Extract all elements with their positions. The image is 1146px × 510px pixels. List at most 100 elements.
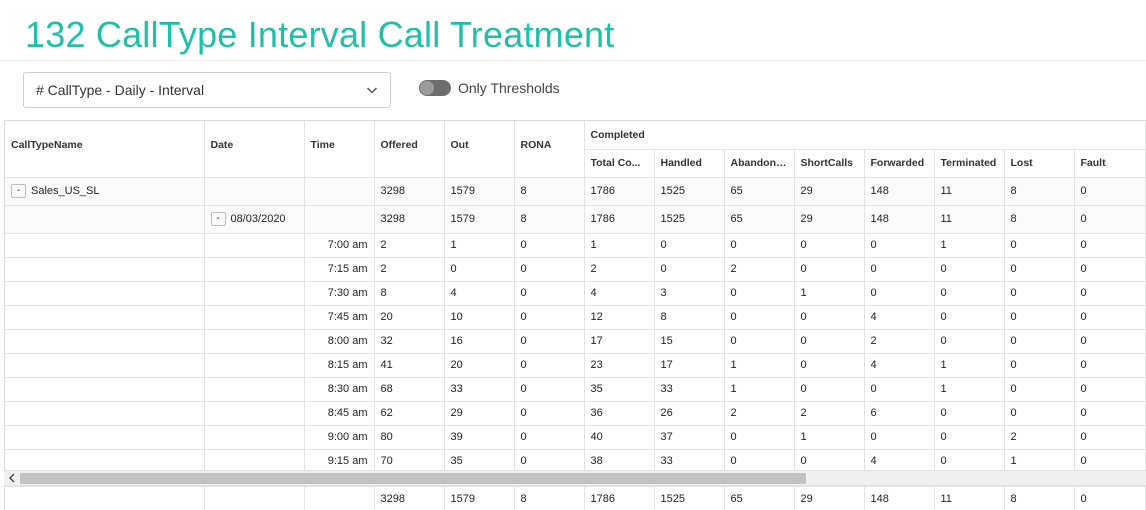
- lost-cell: 0: [1004, 353, 1075, 378]
- table-row: 8:00 am 32 16 0 17 15 0 0 2 0 0 0: [5, 329, 1146, 354]
- total-completed-cell: 40: [584, 425, 655, 450]
- date-cell: -08/03/2020: [204, 205, 305, 234]
- rona-cell: 0: [514, 233, 585, 258]
- date-terminated: 11: [934, 205, 1005, 234]
- forwarded-cell: 6: [864, 401, 935, 426]
- col-header-offered[interactable]: Offered: [374, 121, 445, 178]
- totals-forwarded: 148: [864, 486, 935, 510]
- calltype-cell: [5, 233, 205, 258]
- totals-abandoned: 65: [724, 486, 795, 510]
- total-completed-cell: 12: [584, 305, 655, 330]
- col-header-handled[interactable]: Handled: [654, 149, 725, 178]
- shortcalls-cell: 0: [794, 329, 865, 354]
- handled-cell: 0: [654, 233, 725, 258]
- lost-cell: 0: [1004, 329, 1075, 354]
- horizontal-scrollbar[interactable]: [4, 470, 1146, 486]
- col-header-shortcalls[interactable]: ShortCalls: [794, 149, 865, 178]
- col-header-lost[interactable]: Lost: [1004, 149, 1075, 178]
- terminated-cell: 1: [934, 353, 1005, 378]
- fault-cell: 0: [1074, 401, 1146, 426]
- rona-cell: 0: [514, 425, 585, 450]
- report-type-dropdown[interactable]: # CallType - Daily - Interval: [23, 72, 391, 108]
- date-offered: 3298: [374, 205, 445, 234]
- table-row: 7:00 am 2 1 0 1 0 0 0 0 1 0 0: [5, 233, 1146, 258]
- group-handled: 1525: [654, 177, 725, 206]
- forwarded-cell: 4: [864, 305, 935, 330]
- shortcalls-cell: 0: [794, 257, 865, 282]
- total-completed-cell: 2: [584, 257, 655, 282]
- scroll-left-icon[interactable]: [8, 471, 18, 485]
- lost-cell: 0: [1004, 233, 1075, 258]
- abandoned-cell: 2: [724, 257, 795, 282]
- time-cell: [304, 177, 375, 206]
- totals-shortcalls: 29: [794, 486, 865, 510]
- group-out: 1579: [444, 177, 515, 206]
- date-forwarded: 148: [864, 205, 935, 234]
- calltype-cell: [5, 257, 205, 282]
- fault-cell: 0: [1074, 425, 1146, 450]
- calltype-cell: [5, 401, 205, 426]
- col-header-out[interactable]: Out: [444, 121, 515, 178]
- group-forwarded: 148: [864, 177, 935, 206]
- lost-cell: 0: [1004, 377, 1075, 402]
- date-rona: 8: [514, 205, 585, 234]
- out-cell: 20: [444, 353, 515, 378]
- group-shortcalls: 29: [794, 177, 865, 206]
- date-lost: 8: [1004, 205, 1075, 234]
- offered-cell: 41: [374, 353, 445, 378]
- date-cell: [204, 281, 305, 306]
- date-cell: [204, 305, 305, 330]
- terminated-cell: 1: [934, 233, 1005, 258]
- rona-cell: 0: [514, 353, 585, 378]
- offered-cell: 2: [374, 257, 445, 282]
- col-header-rona[interactable]: RONA: [514, 121, 585, 178]
- shortcalls-cell: 2: [794, 401, 865, 426]
- date-value: 08/03/2020: [230, 212, 286, 225]
- rona-cell: 0: [514, 281, 585, 306]
- collapse-date-button[interactable]: -: [210, 212, 226, 226]
- abandoned-cell: 1: [724, 353, 795, 378]
- totals-out: 1579: [444, 486, 515, 510]
- shortcalls-cell: 1: [794, 425, 865, 450]
- terminated-cell: 0: [934, 281, 1005, 306]
- date-cell: [204, 401, 305, 426]
- scrollbar-thumb[interactable]: [20, 473, 806, 484]
- col-header-fault[interactable]: Fault: [1074, 149, 1146, 178]
- forwarded-cell: 0: [864, 425, 935, 450]
- calltype-cell: [5, 425, 205, 450]
- group-terminated: 11: [934, 177, 1005, 206]
- out-cell: 29: [444, 401, 515, 426]
- col-header-forwarded[interactable]: Forwarded: [864, 149, 935, 178]
- shortcalls-cell: 0: [794, 353, 865, 378]
- col-header-terminated[interactable]: Terminated: [934, 149, 1005, 178]
- out-cell: 4: [444, 281, 515, 306]
- totals-handled: 1525: [654, 486, 725, 510]
- col-header-date[interactable]: Date: [204, 121, 305, 178]
- fault-cell: 0: [1074, 329, 1146, 354]
- fault-cell: 0: [1074, 377, 1146, 402]
- only-thresholds-toggle[interactable]: Only Thresholds: [419, 80, 560, 96]
- abandoned-cell: 2: [724, 401, 795, 426]
- shortcalls-cell: 0: [794, 233, 865, 258]
- col-group-completed: Completed: [584, 121, 1146, 150]
- offered-cell: 68: [374, 377, 445, 402]
- table-row: 8:30 am 68 33 0 35 33 1 0 0 1 0 0: [5, 377, 1146, 402]
- totals-total-completed: 1786: [584, 486, 655, 510]
- col-header-time[interactable]: Time: [304, 121, 375, 178]
- collapse-calltype-button[interactable]: -: [11, 184, 26, 198]
- col-header-calltypename[interactable]: CallTypeName: [5, 121, 205, 178]
- toggle-switch[interactable]: [419, 80, 451, 96]
- col-header-total-completed[interactable]: Total Co...: [584, 149, 655, 178]
- totals-fault: 0: [1074, 486, 1146, 510]
- col-header-abandoned[interactable]: Abandoned: [724, 149, 795, 178]
- table-row: 7:45 am 20 10 0 12 8 0 0 4 0 0 0: [5, 305, 1146, 330]
- fault-cell: 0: [1074, 257, 1146, 282]
- forwarded-cell: 0: [864, 377, 935, 402]
- date-cell: [204, 425, 305, 450]
- time-cell: 7:00 am: [304, 233, 375, 258]
- date-cell: [204, 329, 305, 354]
- toggle-label: Only Thresholds: [458, 80, 560, 96]
- lost-cell: 0: [1004, 305, 1075, 330]
- date-out: 1579: [444, 205, 515, 234]
- table-row: 7:30 am 8 4 0 4 3 0 1 0 0 0 0: [5, 281, 1146, 306]
